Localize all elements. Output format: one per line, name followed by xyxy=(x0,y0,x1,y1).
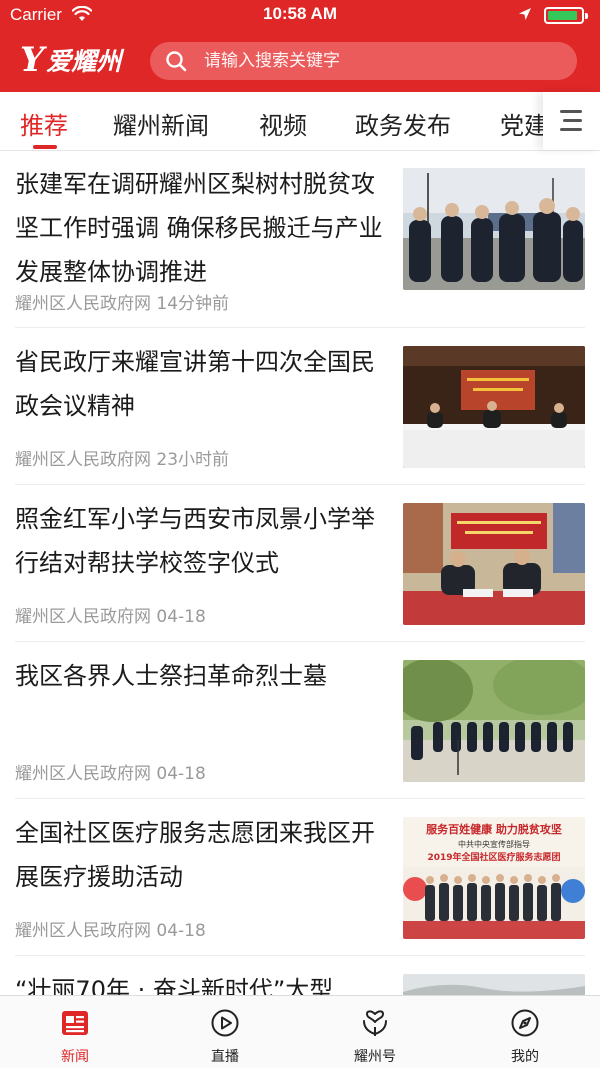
nav-live-label: 直播 xyxy=(211,1049,239,1065)
battery-icon xyxy=(544,7,588,24)
status-bar: Carrier 10:58 AM xyxy=(0,0,600,32)
bottom-nav: 新闻 直播 耀州号 我的 xyxy=(0,995,600,1068)
app-header: Carrier 10:58 AM Y 爱耀州 xyxy=(0,0,600,92)
news-title: 我区各界人士祭扫革命烈士墓 xyxy=(15,662,327,690)
news-item[interactable]: 张建军在调研耀州区梨树村脱贫攻坚工作时强调 确保移民搬迁与产业发展整体协调推进 … xyxy=(0,150,600,328)
search-input[interactable] xyxy=(202,50,536,72)
news-time: 04-18 xyxy=(156,764,206,784)
news-time: 23小时前 xyxy=(156,450,230,470)
search-icon xyxy=(166,51,187,72)
nav-news[interactable]: 新闻 xyxy=(0,996,150,1068)
news-source: 耀州区人民政府网 xyxy=(15,764,151,784)
location-arrow-icon xyxy=(519,8,531,20)
play-icon xyxy=(211,1009,239,1037)
search-bar[interactable] xyxy=(150,42,577,80)
news-time: 14分钟前 xyxy=(156,294,230,314)
news-item[interactable]: 省民政厅来耀宣讲第十四次全国民政会议精神 耀州区人民政府网 23小时前 xyxy=(0,328,600,485)
news-meta: 耀州区人民政府网 14分钟前 xyxy=(15,289,229,314)
landscape-photo xyxy=(403,974,585,996)
news-time: 04-18 xyxy=(156,607,206,627)
tab-recommend[interactable]: 推荐 xyxy=(20,106,68,141)
news-thumbnail xyxy=(403,974,585,996)
news-meta: 耀州区人民政府网 23小时前 xyxy=(15,445,229,470)
hands-heart-icon xyxy=(363,1010,387,1036)
battery-level xyxy=(548,11,577,20)
tab-menu-button[interactable] xyxy=(543,92,600,150)
tab-party-building[interactable]: 党建 xyxy=(500,106,548,141)
news-meta: 耀州区人民政府网 04-18 xyxy=(15,759,206,784)
news-time: 04-18 xyxy=(156,921,206,941)
news-source: 耀州区人民政府网 xyxy=(15,921,151,941)
memorial-ceremony-photo xyxy=(403,660,585,782)
banner-org: 中共中央宣传部指导 xyxy=(458,839,530,849)
banner-slogan: 服务百姓健康 助力脱贫攻坚 xyxy=(426,822,562,836)
news-thumbnail xyxy=(403,503,585,625)
news-icon xyxy=(62,1011,88,1035)
meeting-hall-photo xyxy=(403,346,585,468)
nav-yaozhou-account-label: 耀州号 xyxy=(354,1049,396,1065)
news-title: 全国社区医疗服务志愿团来我区开展医疗援助活动 xyxy=(15,819,375,891)
news-title: “壮丽70年 · 奋斗新时代”大型 xyxy=(15,976,334,996)
tab-government-release[interactable]: 政务发布 xyxy=(355,106,451,141)
category-tabs: 推荐 耀州新闻 视频 政务发布 党建 xyxy=(0,92,600,151)
news-title: 照金红军小学与西安市凤景小学举行结对帮扶学校签字仪式 xyxy=(15,505,375,577)
nav-profile[interactable]: 我的 xyxy=(450,996,600,1068)
news-thumbnail xyxy=(403,660,585,782)
news-source: 耀州区人民政府网 xyxy=(15,450,151,470)
tab-video[interactable]: 视频 xyxy=(259,106,307,141)
news-meta: 耀州区人民政府网 04-18 xyxy=(15,916,206,941)
news-thumbnail xyxy=(403,346,585,468)
nav-yaozhou-account[interactable]: 耀州号 xyxy=(300,996,450,1068)
logo-mark: Y xyxy=(20,40,45,80)
app-logo: Y 爱耀州 xyxy=(20,42,121,78)
active-tab-indicator xyxy=(33,145,57,149)
news-item[interactable]: “壮丽70年 · 奋斗新时代”大型 xyxy=(0,956,600,996)
news-source: 耀州区人民政府网 xyxy=(15,607,151,627)
officials-inspection-photo xyxy=(403,168,585,290)
nav-profile-label: 我的 xyxy=(511,1049,539,1065)
medical-volunteers-photo: 服务百姓健康 助力脱贫攻坚 中共中央宣传部指导 2019年全国社区医疗服务志愿团 xyxy=(403,817,585,939)
news-thumbnail: 服务百姓健康 助力脱贫攻坚 中共中央宣传部指导 2019年全国社区医疗服务志愿团 xyxy=(403,817,585,939)
news-item[interactable]: 全国社区医疗服务志愿团来我区开展医疗援助活动 耀州区人民政府网 04-18 服务… xyxy=(0,799,600,956)
signing-ceremony-photo xyxy=(403,503,585,625)
news-title: 张建军在调研耀州区梨树村脱贫攻坚工作时强调 确保移民搬迁与产业发展整体协调推进 xyxy=(15,170,383,286)
compass-icon xyxy=(511,1009,539,1037)
news-item[interactable]: 照金红军小学与西安市凤景小学举行结对帮扶学校签字仪式 耀州区人民政府网 04-1… xyxy=(0,485,600,642)
news-item[interactable]: 我区各界人士祭扫革命烈士墓 耀州区人民政府网 04-18 xyxy=(0,642,600,799)
news-meta: 耀州区人民政府网 04-18 xyxy=(15,602,206,627)
news-title: 省民政厅来耀宣讲第十四次全国民政会议精神 xyxy=(15,348,375,420)
logo-text: 爱耀州 xyxy=(46,47,122,76)
clock: 10:58 AM xyxy=(262,4,337,23)
tab-yaozhou-news[interactable]: 耀州新闻 xyxy=(113,106,209,141)
news-thumbnail xyxy=(403,168,585,290)
banner-event: 2019年全国社区医疗服务志愿团 xyxy=(427,851,560,863)
nav-news-label: 新闻 xyxy=(61,1049,89,1065)
news-source: 耀州区人民政府网 xyxy=(15,294,151,314)
nav-live[interactable]: 直播 xyxy=(150,996,300,1068)
